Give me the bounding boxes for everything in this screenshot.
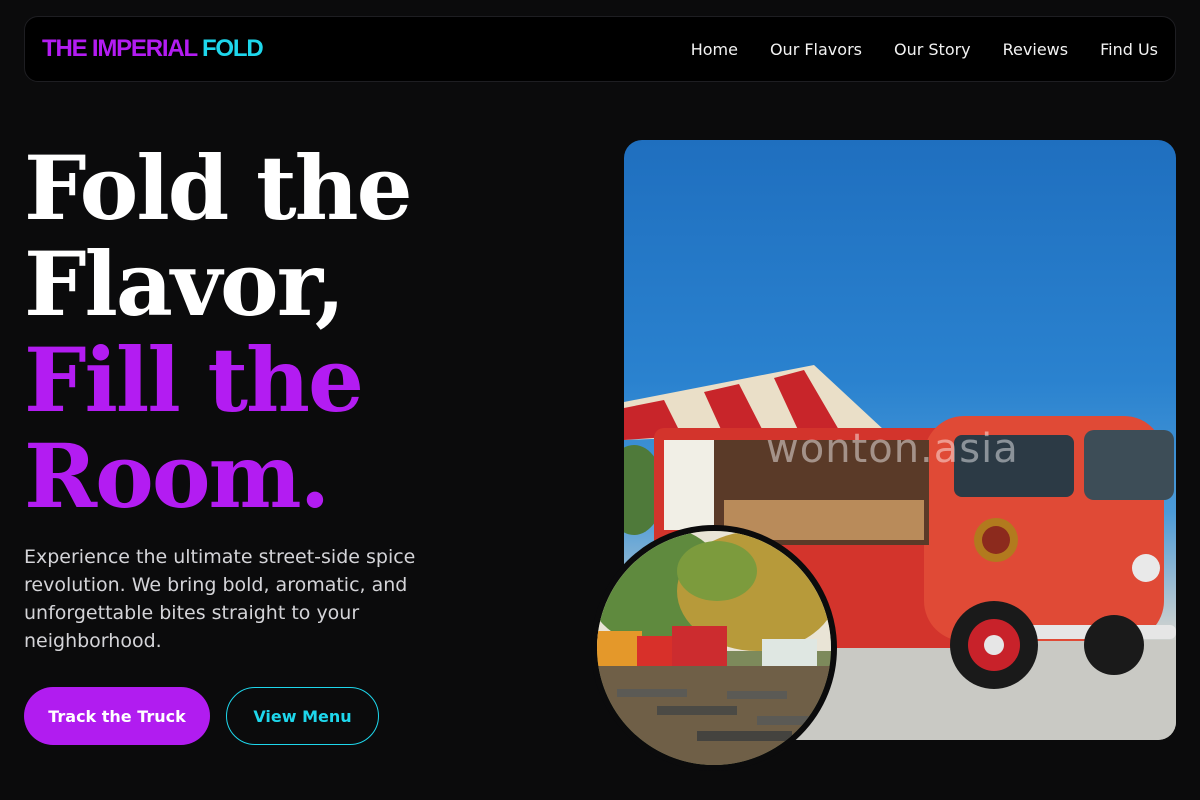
headline-line-3: Fill the <box>24 328 364 432</box>
headline-line-4: Room. <box>24 424 330 528</box>
headline-line-1: Fold the <box>24 136 413 240</box>
nav-link-our-flavors[interactable]: Our Flavors <box>770 40 862 59</box>
view-menu-button[interactable]: View Menu <box>226 687 379 745</box>
brand-name-part-2: FOLD <box>201 35 264 62</box>
hero-headline: Fold the Flavor, Fill the Room. <box>24 140 584 524</box>
nav-link-our-story[interactable]: Our Story <box>894 40 971 59</box>
hero-description: Experience the ultimate street-side spic… <box>24 546 416 652</box>
nav-link-reviews[interactable]: Reviews <box>1003 40 1068 59</box>
food-truck-park-illustration <box>597 531 831 765</box>
top-navbar: THE IMPERIAL FOLD Home Our Flavors Our S… <box>24 16 1176 82</box>
photo-watermark: wonton.asia <box>766 426 1019 472</box>
brand-logo[interactable]: THE IMPERIAL FOLD <box>42 35 264 63</box>
brand-name-part-1: THE IMPERIAL <box>42 35 198 62</box>
track-the-truck-button[interactable]: Track the Truck <box>24 687 210 745</box>
nav-links: Home Our Flavors Our Story Reviews Find … <box>659 40 1158 59</box>
food-truck-park-photo <box>591 525 837 771</box>
nav-link-find-us[interactable]: Find Us <box>1100 40 1158 59</box>
nav-link-home[interactable]: Home <box>691 40 738 59</box>
headline-line-2: Flavor, <box>24 232 345 336</box>
